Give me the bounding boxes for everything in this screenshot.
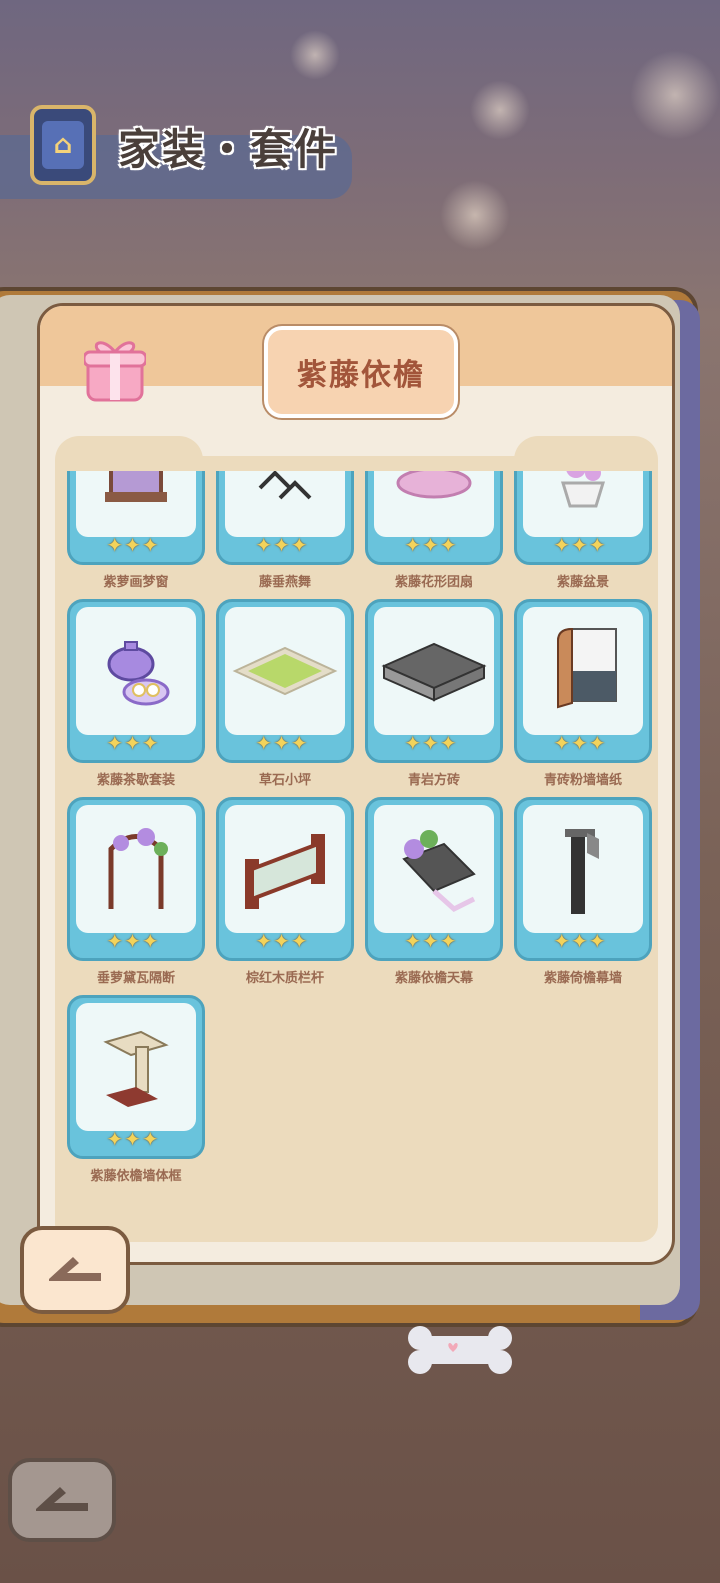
item-card[interactable]: ✦✦✦ 青砖粉墙墙纸 [514,599,652,788]
item-name: 藤垂燕舞 [258,575,311,590]
item-card[interactable]: ✦✦✦ 紫藤依檐墙体框 [67,995,205,1184]
teapot-set-icon [76,607,196,735]
item-name: 青砖粉墙墙纸 [543,773,622,788]
bokeh-light [470,80,530,140]
set-title: 紫藤依檐 [297,358,425,393]
set-panel: 紫藤依檐 ✦✦✦ 紫萝画梦窗 ✦✦✦ 藤垂燕舞 ✦✦✦ 紫藤花形团扇 ✦✦✦ 紫… [37,303,675,1265]
back-arrow-icon [45,1253,105,1287]
item-name: 紫藤茶歇套装 [96,773,175,788]
page-title: 家装・套件 [118,125,339,174]
item-name: 紫藤盆景 [556,575,609,590]
item-name: 紫藤花形团扇 [394,575,473,590]
item-card[interactable]: ✦✦✦ 紫藤依檐天幕 [365,797,503,986]
wisteria-window-icon [76,471,196,537]
hanging-vines-swallows-icon [225,471,345,537]
bonsai-pot-icon [523,471,643,537]
canopy-icon [374,805,494,933]
item-card[interactable]: ✦✦✦ 藤垂燕舞 [216,471,354,590]
item-name: 青岩方砖 [407,773,460,788]
stone-tile-icon [374,607,494,735]
bokeh-light [440,180,510,250]
item-name: 紫藤依檐墙体框 [90,1169,182,1184]
wall-frame-icon [76,1003,196,1131]
items-grid: ✦✦✦ 紫萝画梦窗 ✦✦✦ 藤垂燕舞 ✦✦✦ 紫藤花形团扇 ✦✦✦ 紫藤盆景 ✦… [55,471,658,1241]
item-card[interactable]: ✦✦✦ 棕红木质栏杆 [216,797,354,986]
back-button[interactable] [20,1226,130,1314]
tiled-partition-icon [76,805,196,933]
item-card[interactable]: ✦✦✦ 紫藤盆景 [514,471,652,590]
wooden-railing-icon [225,805,345,933]
wallpaper-icon [523,607,643,735]
item-name: 草石小坪 [258,773,311,788]
grass-stone-lawn-icon [225,607,345,735]
item-name: 垂萝黛瓦隔断 [96,971,175,986]
bone-charm-icon [406,1322,514,1378]
item-name: 紫藤倚檐幕墙 [543,971,622,986]
item-name: 紫萝画梦窗 [103,575,169,590]
bokeh-light [290,30,340,80]
item-card[interactable]: ✦✦✦ 垂萝黛瓦隔断 [67,797,205,986]
furniture-chair-icon: ⌂ [30,105,96,185]
item-name: 棕红木质栏杆 [245,971,324,986]
item-card[interactable]: ✦✦✦ 紫藤茶歇套装 [67,599,205,788]
item-card[interactable]: ✦✦✦ 草石小坪 [216,599,354,788]
gift-box-icon[interactable] [82,336,148,402]
item-card[interactable]: ✦✦✦ 紫藤倚檐幕墙 [514,797,652,986]
round-fan-icon [374,471,494,537]
curtain-wall-icon [523,805,643,933]
secondary-back-button[interactable] [8,1458,116,1542]
item-card[interactable]: ✦✦✦ 青岩方砖 [365,599,503,788]
item-card[interactable]: ✦✦✦ 紫藤花形团扇 [365,471,503,590]
back-arrow-icon [32,1483,92,1517]
bokeh-light [630,50,720,140]
item-name: 紫藤依檐天幕 [394,971,473,986]
set-title-badge: 紫藤依檐 [264,326,458,418]
item-card[interactable]: ✦✦✦ 紫萝画梦窗 [67,471,205,590]
